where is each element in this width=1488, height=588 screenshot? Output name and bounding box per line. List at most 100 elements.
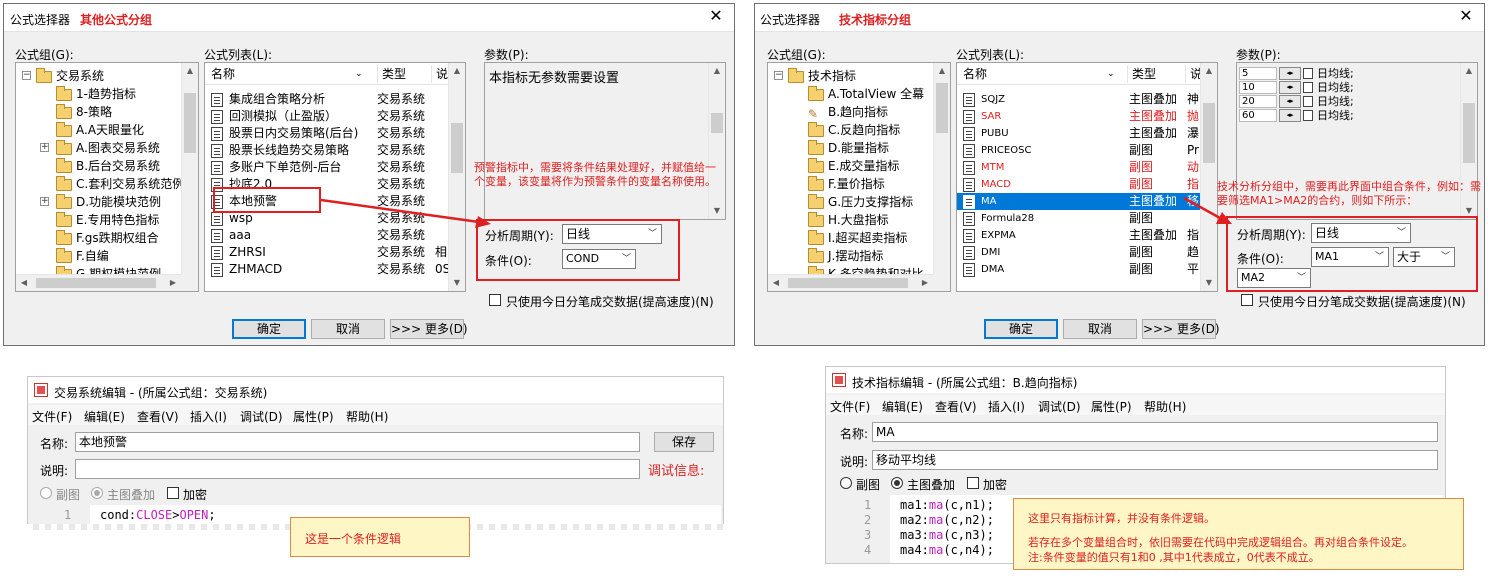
menu-item[interactable]: 调试(D) [1038, 398, 1081, 415]
condition-select[interactable]: COND ﹀ [562, 249, 636, 269]
name-input[interactable]: MA [872, 422, 1438, 442]
tick-data-checkbox[interactable] [489, 294, 501, 306]
col-type-header[interactable]: 类型 [1127, 65, 1156, 83]
param-slider-box[interactable] [1303, 82, 1313, 93]
tree-item[interactable]: G.压力支撑指标 [768, 193, 950, 211]
more-button[interactable]: >>> 更多(D) [1142, 319, 1220, 339]
cancel-button[interactable]: 取消 [311, 319, 385, 339]
list-item[interactable]: MACD 副图 指 [957, 176, 1217, 193]
tree-expander[interactable]: + [40, 143, 49, 152]
col-desc-header[interactable]: 说 [431, 65, 448, 83]
tree-item[interactable]: J.摆动指标 [768, 247, 950, 265]
list-item[interactable]: DMA 副图 平 [957, 261, 1217, 278]
desc-input[interactable] [75, 459, 640, 479]
tree-scrollbar[interactable]: ▲▼ [933, 63, 950, 291]
menu-item[interactable]: 文件(F) [32, 408, 72, 425]
close-icon[interactable]: ✕ [708, 8, 724, 24]
tick-data-checkbox[interactable] [1241, 294, 1253, 306]
tree-item[interactable]: F.自编 [16, 247, 198, 265]
list-item[interactable]: ZHMACD 交易系统 0S [205, 261, 465, 278]
param-slider-box[interactable] [1303, 96, 1313, 107]
menu-item[interactable]: 查看(V) [137, 408, 179, 425]
menu-item[interactable]: 属性(P) [1091, 398, 1132, 415]
cancel-button[interactable]: 取消 [1063, 319, 1137, 339]
list-scrollbar[interactable]: ▲ ▼ [448, 63, 465, 291]
tree-item[interactable]: I.超买超卖指标 [768, 229, 950, 247]
ok-button[interactable]: 确定 [232, 319, 306, 339]
param-value-input[interactable]: 20 [1239, 95, 1277, 108]
tree-item[interactable]: + D.功能模块范例 [16, 193, 198, 211]
tree-scrollbar[interactable]: ▲▼ [181, 63, 198, 291]
list-item[interactable]: 股票长线趋势交易策略 交易系统 [205, 142, 465, 159]
desc-input[interactable]: 移动平均线 [872, 450, 1438, 470]
tree-item[interactable]: F.gs跌期权组合 [16, 229, 198, 247]
tree-hscrollbar[interactable]: ◀ ▶ [16, 274, 181, 291]
save-button[interactable]: 保存 [654, 432, 714, 452]
params-scrollbar[interactable]: ▲ ▼ [708, 63, 725, 219]
list-item[interactable]: ZHRSI 交易系统相 [205, 244, 465, 261]
menu-item[interactable]: 插入(I) [988, 398, 1025, 415]
col-type-header[interactable]: 类型 [377, 65, 406, 83]
param-value-input[interactable]: 60 [1239, 109, 1277, 122]
ok-button[interactable]: 确定 [984, 319, 1058, 339]
list-item[interactable]: EXPMA 主图叠加指 [957, 227, 1217, 244]
list-item[interactable]: PRICEOSC 副图 Pr [957, 142, 1217, 159]
menu-item[interactable]: 插入(I) [190, 408, 227, 425]
tree-item[interactable]: A.A天眼量化 [16, 121, 198, 139]
tree-expander[interactable]: − [774, 71, 783, 80]
tree-item[interactable]: A.TotalView 全幕 [768, 85, 950, 103]
more-button[interactable]: >>> 更多(D) [390, 319, 468, 339]
menu-item[interactable]: 文件(F) [830, 398, 870, 415]
tree-item[interactable]: C.套利交易系统范例 [16, 175, 198, 193]
main-overlay-radio[interactable] [891, 477, 903, 489]
tree-item[interactable]: − 交易系统 [16, 67, 198, 85]
param-slider-box[interactable] [1303, 68, 1313, 79]
list-item[interactable]: MTM 副图 动 [957, 159, 1217, 176]
tree-item[interactable]: C.反趋向指标 [768, 121, 950, 139]
tree-item[interactable]: H.大盘指标 [768, 211, 950, 229]
tree-hscrollbar[interactable]: ◀ ▶ [768, 274, 933, 291]
menu-item[interactable]: 查看(V) [935, 398, 977, 415]
formula-list[interactable]: 名称 ⌄ 类型 说 集成组合策略分析 交易系统 回测模拟（止盈版） 交易系统 股票日内交… [204, 62, 466, 292]
tree-item[interactable]: F.量价指标 [768, 175, 950, 193]
main-overlay-radio[interactable] [91, 487, 103, 499]
period-select[interactable]: 日线 ﹀ [562, 224, 662, 244]
name-input[interactable]: 本地预警 [75, 432, 640, 452]
menu-item[interactable]: 帮助(H) [346, 408, 388, 425]
param-spinner[interactable]: ◂▸ [1279, 81, 1301, 94]
list-scrollbar[interactable]: ▲ ▼ [1200, 63, 1217, 291]
list-item[interactable]: DMI 副图 趋 [957, 244, 1217, 261]
formula-group-tree[interactable]: − 技术指标 A.TotalView 全幕 ✎ B.趋向指标 C.反趋向指标 D.能量指标 E… [767, 62, 951, 292]
tree-item[interactable]: D.能量指标 [768, 139, 950, 157]
tree-expander[interactable]: − [22, 71, 31, 80]
list-item[interactable]: PUBU 主图叠加瀑 [957, 125, 1217, 142]
formula-list[interactable]: 名称 ⌄ 类型 说 SQJZ 主图叠加神 SAR 主图叠加抛 PUBU 主图叠加瀑 PRIC… [956, 62, 1218, 292]
list-item[interactable]: MA 主图叠加移 [957, 193, 1217, 210]
sub-chart-radio[interactable] [840, 477, 852, 489]
param-slider-box[interactable] [1303, 110, 1313, 121]
menu-item[interactable]: 调试(D) [240, 408, 283, 425]
list-item[interactable]: Formula28 副图 [957, 210, 1217, 227]
param-spinner[interactable]: ◂▸ [1279, 109, 1301, 122]
tree-item[interactable]: + A.图表交易系统 [16, 139, 198, 157]
close-icon[interactable]: ✕ [1458, 8, 1474, 24]
tree-item[interactable]: − 技术指标 [768, 67, 950, 85]
param-value-input[interactable]: 5 [1239, 67, 1277, 80]
param-spinner[interactable]: ◂▸ [1279, 95, 1301, 108]
menu-item[interactable]: 编辑(E) [84, 408, 125, 425]
tree-item[interactable]: B.后台交易系统 [16, 157, 198, 175]
list-item[interactable]: SQJZ 主图叠加神 [957, 91, 1217, 108]
param-value-input[interactable]: 10 [1239, 81, 1277, 94]
menu-item[interactable]: 编辑(E) [882, 398, 923, 415]
menu-item[interactable]: 属性(P) [293, 408, 334, 425]
list-item[interactable]: 多账户下单范例-后台 交易系统 [205, 159, 465, 176]
sub-chart-radio[interactable] [40, 487, 52, 499]
condition-left-select[interactable]: MA1 ﹀ [1311, 247, 1389, 267]
tree-expander[interactable]: + [40, 197, 49, 206]
tree-item[interactable]: 8-策略 [16, 103, 198, 121]
col-name-header[interactable]: 名称 [963, 65, 987, 83]
tree-item[interactable]: E.成交量指标 [768, 157, 950, 175]
condition-right-select[interactable]: MA2 ﹀ [1237, 268, 1311, 288]
condition-operator-select[interactable]: 大于 ﹀ [1393, 247, 1455, 267]
formula-group-tree[interactable]: − 交易系统 1-趋势指标 8-策略 A.A天眼量化 + A.图表交易系统 B.后台交易系统 C… [15, 62, 199, 292]
